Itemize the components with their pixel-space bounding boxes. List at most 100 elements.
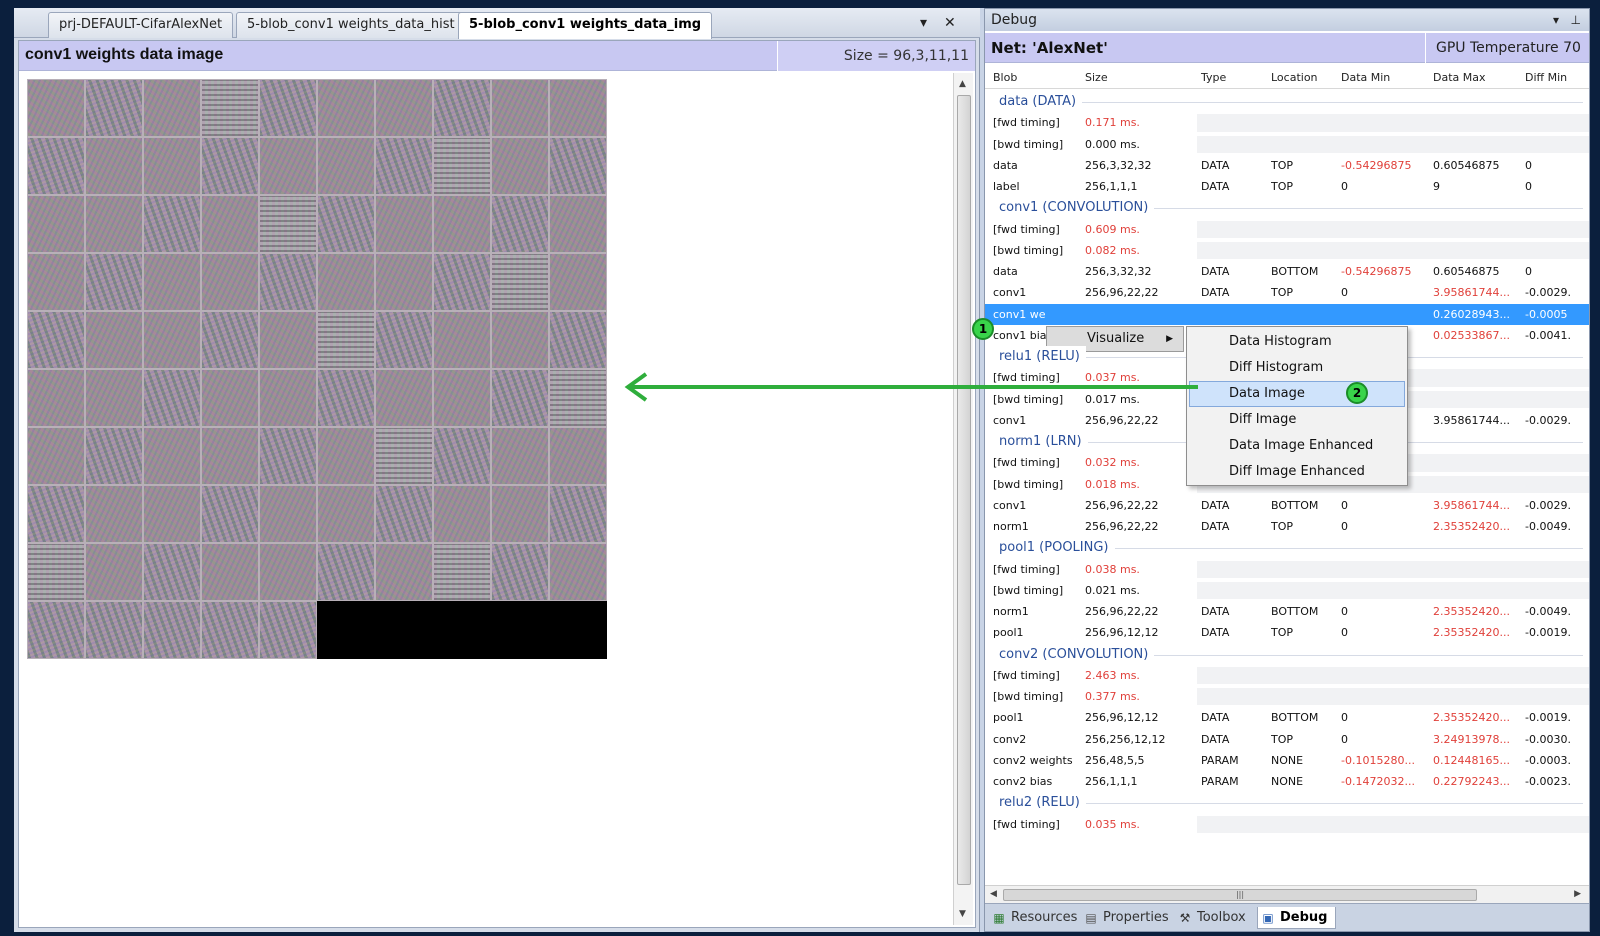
- cell-data-min: -0.1472032...: [1341, 775, 1415, 788]
- debug-titlebar: Debug ▾ ⊥: [985, 9, 1589, 31]
- menu-diff-image-enhanced[interactable]: Diff Image Enhanced: [1187, 459, 1407, 485]
- timing-row[interactable]: [bwd timing] 0.082 ms.: [985, 240, 1589, 261]
- menu-diff-histogram[interactable]: Diff Histogram: [1187, 355, 1407, 381]
- tab-resources[interactable]: ▦ Resources: [989, 907, 1077, 929]
- resources-icon: ▦: [993, 911, 1005, 925]
- timing-row[interactable]: [bwd timing] 0.377 ms.: [985, 686, 1589, 707]
- debug-dropdown-icon[interactable]: ▾: [1553, 9, 1559, 31]
- group-row[interactable]: conv1 (CONVOLUTION): [985, 197, 1589, 219]
- document-title: conv1 weights data image: [25, 46, 224, 63]
- horizontal-scrollbar[interactable]: ◀ ||| ▶: [985, 885, 1589, 903]
- col-data-max[interactable]: Data Max: [1433, 71, 1486, 84]
- menu-diff-image[interactable]: Diff Image: [1187, 407, 1407, 433]
- table-row[interactable]: conv1 256,96,22,22 DATA BOTTOM 0 3.95861744..…: [985, 495, 1589, 516]
- table-row[interactable]: conv1 we 0.26028943... -0.0005: [985, 303, 1589, 325]
- filter-tile: [375, 601, 433, 659]
- cell-data-max: 0.60546875: [1433, 265, 1500, 278]
- timing-row[interactable]: [fwd timing] 0.171 ms.: [985, 112, 1589, 133]
- tab-toolbox[interactable]: ⚒ Toolbox: [1175, 907, 1246, 929]
- table-row[interactable]: label 256,1,1,1 DATA TOP 0 9 0: [985, 176, 1589, 197]
- filter-tile: [433, 137, 491, 195]
- cell-timing: 2.463 ms.: [1085, 668, 1140, 682]
- col-size[interactable]: Size: [1085, 71, 1108, 84]
- menu-data-histogram[interactable]: Data Histogram: [1187, 329, 1407, 355]
- table-row[interactable]: norm1 256,96,22,22 DATA TOP 0 2.35352420... -0…: [985, 516, 1589, 537]
- scroll-up-icon[interactable]: ▲: [959, 79, 966, 89]
- cell-data-min: -0.1015280...: [1341, 753, 1415, 767]
- cell-type: PARAM: [1201, 753, 1239, 767]
- filter-tile: [85, 427, 143, 485]
- table-row[interactable]: conv2 bias 256,1,1,1 PARAM NONE -0.1472032..…: [985, 771, 1589, 792]
- cell-data-min: 0: [1341, 711, 1348, 725]
- filter-tile: [259, 369, 317, 427]
- col-type[interactable]: Type: [1201, 71, 1226, 84]
- group-row[interactable]: pool1 (POOLING): [985, 537, 1589, 559]
- cell-data-min: 0: [1341, 180, 1348, 193]
- filter-tile: [491, 137, 549, 195]
- filter-tile: [85, 369, 143, 427]
- filter-tile: [27, 311, 85, 369]
- table-row[interactable]: pool1 256,96,12,12 DATA BOTTOM 0 2.35352420..…: [985, 707, 1589, 728]
- menu-data-image[interactable]: Data Image: [1189, 381, 1405, 407]
- col-diff-min[interactable]: Diff Min: [1525, 71, 1567, 84]
- cell-diff-min: 0: [1525, 180, 1532, 193]
- col-data-min[interactable]: Data Min: [1341, 71, 1390, 84]
- h-scrollbar-thumb[interactable]: |||: [1003, 889, 1477, 901]
- cell-data-max: 9: [1433, 180, 1440, 193]
- scrollbar-thumb[interactable]: [957, 95, 971, 885]
- tab-properties[interactable]: ▤ Properties: [1081, 907, 1169, 929]
- timing-row[interactable]: [fwd timing] 0.609 ms.: [985, 219, 1589, 240]
- debug-title: Debug: [991, 12, 1038, 28]
- submenu-arrow-icon: ▶: [1166, 334, 1173, 344]
- timing-filler: [1197, 666, 1589, 684]
- scroll-left-icon[interactable]: ◀: [990, 889, 997, 899]
- filter-tile: [201, 543, 259, 601]
- cell-diff-min: -0.0029.: [1525, 286, 1571, 300]
- cell-data-max: 3.24913978...: [1433, 732, 1510, 746]
- scroll-right-icon[interactable]: ▶: [1574, 889, 1581, 899]
- filter-tile: [27, 137, 85, 195]
- scroll-down-icon[interactable]: ▼: [959, 909, 966, 919]
- filter-tile: [143, 79, 201, 137]
- group-divider: [999, 803, 1583, 805]
- table-row[interactable]: data 256,3,32,32 DATA TOP -0.54296875 0.60546…: [985, 155, 1589, 176]
- table-row[interactable]: conv2 weights 256,48,5,5 PARAM NONE -0.10152…: [985, 750, 1589, 771]
- filter-tile: [201, 601, 259, 659]
- filter-tile: [317, 485, 375, 543]
- table-row[interactable]: pool1 256,96,12,12 DATA TOP 0 2.35352420... -0…: [985, 622, 1589, 643]
- cell-size: 256,96,12,12: [1085, 626, 1159, 640]
- tab-weights-img[interactable]: 5-blob_conv1 weights_data_img: [458, 12, 713, 39]
- cell-location: NONE: [1271, 775, 1304, 788]
- table-row[interactable]: data 256,3,32,32 DATA BOTTOM -0.54296875 0.60…: [985, 261, 1589, 282]
- group-row[interactable]: data (DATA): [985, 91, 1589, 112]
- cell-blob: [fwd timing]: [993, 222, 1060, 236]
- filter-tile: [491, 601, 549, 659]
- table-row[interactable]: norm1 256,96,22,22 DATA BOTTOM 0 2.35352420..…: [985, 601, 1589, 622]
- filter-tile: [375, 485, 433, 543]
- tab-properties-label: Properties: [1103, 910, 1169, 925]
- timing-row[interactable]: [fwd timing] 0.038 ms.: [985, 559, 1589, 580]
- vertical-scrollbar[interactable]: ▲ ▼: [953, 73, 973, 925]
- table-row[interactable]: conv2 256,256,12,12 DATA TOP 0 3.24913978... -…: [985, 729, 1589, 750]
- col-blob[interactable]: Blob: [993, 71, 1017, 84]
- timing-row[interactable]: [fwd timing] 2.463 ms.: [985, 665, 1589, 686]
- group-label: relu2 (RELU): [999, 792, 1086, 814]
- tab-project[interactable]: prj-DEFAULT-CifarAlexNet: [48, 12, 234, 38]
- group-row[interactable]: conv2 (CONVOLUTION): [985, 643, 1589, 665]
- tab-dropdown-icon[interactable]: ▾: [920, 14, 927, 32]
- filter-tile: [85, 253, 143, 311]
- tab-debug[interactable]: ▣ Debug: [1257, 907, 1337, 929]
- filter-tile: [259, 543, 317, 601]
- cell-data-max: 0.60546875: [1433, 158, 1500, 172]
- timing-row[interactable]: [bwd timing] 0.021 ms.: [985, 580, 1589, 601]
- table-row[interactable]: conv1 256,96,22,22 DATA TOP 0 3.95861744... -0…: [985, 282, 1589, 303]
- tab-close-icon[interactable]: ✕: [944, 14, 956, 32]
- pin-icon[interactable]: ⊥: [1571, 9, 1581, 31]
- col-location[interactable]: Location: [1271, 71, 1318, 84]
- cell-data-max: 2.35352420...: [1433, 520, 1510, 533]
- tab-weights-hist[interactable]: 5-blob_conv1 weights_data_hist: [236, 12, 466, 38]
- menu-data-image-enhanced[interactable]: Data Image Enhanced: [1187, 433, 1407, 459]
- timing-row[interactable]: [bwd timing] 0.000 ms.: [985, 134, 1589, 155]
- group-row[interactable]: relu2 (RELU): [985, 792, 1589, 814]
- timing-row[interactable]: [fwd timing] 0.035 ms.: [985, 814, 1589, 835]
